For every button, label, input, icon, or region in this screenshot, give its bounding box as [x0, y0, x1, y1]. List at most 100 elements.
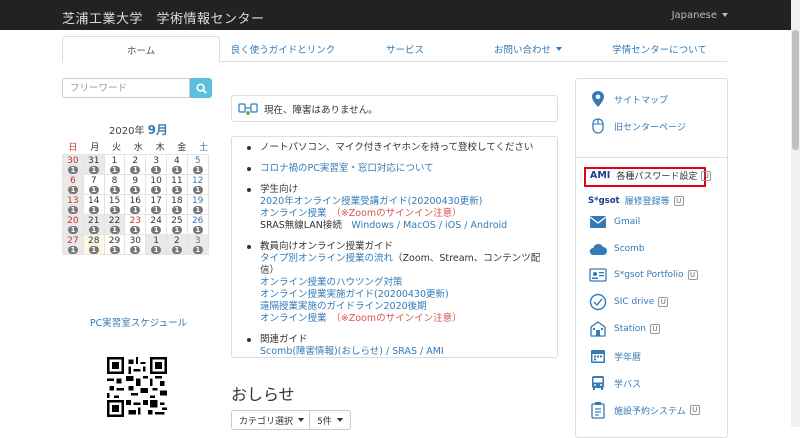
- weekday-label: 月: [90, 143, 100, 153]
- calendar-day[interactable]: 71: [82, 174, 105, 195]
- sic-drive-link[interactable]: SIC drive U: [588, 292, 669, 312]
- sgot-logo: S*gsot: [588, 195, 620, 206]
- count-select[interactable]: 5件: [309, 410, 351, 430]
- main-nav-tabs: ホーム 良く使うガイドとリンク サービス お問い合わせ 学情センターについて: [62, 36, 727, 63]
- calendar-day[interactable]: 15 1: [103, 194, 126, 215]
- station-link[interactable]: Station U: [588, 319, 660, 339]
- related-guides-heading: 関連ガイド: [260, 334, 308, 345]
- calendar-day[interactable]: 30 1: [124, 234, 147, 255]
- zoom-signin-note-2[interactable]: （※Zoomのサインイン注意）: [336, 313, 462, 324]
- calendar-day[interactable]: 11: [103, 154, 126, 175]
- ami-password-label: 各種パスワード設定: [616, 172, 698, 182]
- sitemap-link[interactable]: サイトマップ: [588, 89, 668, 109]
- calendar-day-badge: 1: [171, 186, 182, 194]
- calendar-day[interactable]: 21 1: [82, 214, 105, 235]
- zoom-signin-note[interactable]: （※Zoomのサインイン注意）: [336, 208, 462, 219]
- sras-os-links[interactable]: Windows / MacOS / iOS / Android: [351, 220, 507, 231]
- calendar-day[interactable]: 22 1: [103, 214, 126, 235]
- status-text: 現在、障害はありません。: [264, 104, 378, 116]
- tab-contact[interactable]: お問い合わせ: [464, 36, 592, 62]
- calendar-day[interactable]: 18 1: [165, 194, 188, 215]
- calendar-day[interactable]: 11 1: [165, 174, 188, 195]
- calendar-day-badge: 1: [192, 226, 203, 234]
- calendar-day[interactable]: 28 1: [82, 234, 105, 255]
- students-heading: 学生向け: [260, 184, 299, 195]
- calendar-day[interactable]: 31 1: [82, 154, 105, 175]
- academic-calendar-link[interactable]: 学年暦: [588, 346, 641, 366]
- ami-password-link[interactable]: AMI 各種パスワード設定 U: [590, 169, 712, 182]
- facility-reservation-link[interactable]: 施設予約システム U: [588, 400, 700, 420]
- remote-class-guideline-link[interactable]: 遠隔授業実施のガイドライン2020後期: [260, 301, 547, 313]
- online-class-guide-link[interactable]: 2020年オンライン授業受講ガイド(20200430更新): [260, 196, 547, 208]
- calendar-day[interactable]: 41: [165, 154, 188, 175]
- tab-about[interactable]: 学情センターについて: [592, 36, 727, 62]
- online-class-link[interactable]: オンライン授業: [260, 208, 327, 219]
- calendar-day[interactable]: 25 1: [165, 214, 188, 235]
- calendar-day[interactable]: 17 1: [145, 194, 167, 215]
- calendar-day[interactable]: 10 1: [145, 174, 167, 195]
- calendar-day[interactable]: 91: [124, 174, 147, 195]
- calendar-day-badge: 1: [68, 186, 78, 194]
- old-center-page-link[interactable]: 旧センターページ: [588, 116, 686, 136]
- tab-services[interactable]: サービス: [346, 36, 464, 62]
- online-class-implementation-link[interactable]: オンライン授業実施ガイド(20200430更新): [260, 289, 547, 301]
- calendar-week-row: 6 1 7 1 8 1 9 1 10 1 11 1 12 1: [62, 174, 215, 195]
- portfolio-link[interactable]: S*gsot Portfolio U: [588, 265, 698, 285]
- scomb-link[interactable]: Scomb: [588, 239, 645, 259]
- howling-countermeasure-link[interactable]: オンライン授業のハウツング対策: [260, 277, 547, 289]
- language-selector[interactable]: Japanese: [672, 10, 728, 21]
- calendar-day[interactable]: 26 1: [186, 214, 209, 235]
- related-guides-links[interactable]: Scomb(障害情報)(おしらせ) / SRAS / AMI: [260, 346, 547, 358]
- online-class-link-2[interactable]: オンライン授業: [260, 313, 327, 324]
- pc-room-schedule-link[interactable]: PC実習室スケジュール: [62, 315, 215, 329]
- calendar-day-badge: 1: [68, 226, 78, 234]
- u-badge: U: [701, 170, 712, 181]
- school-bus-link[interactable]: 学バス: [588, 373, 641, 393]
- tab-guides-links[interactable]: 良く使うガイドとリンク: [220, 36, 346, 62]
- class-flow-link[interactable]: タイプ別オンライン授業の流れ: [260, 253, 393, 264]
- search-input[interactable]: [62, 78, 190, 98]
- calendar-day-badge: 1: [130, 166, 141, 174]
- calendar-day[interactable]: 16 1: [124, 194, 147, 215]
- calendar-day-badge: 1: [192, 206, 203, 214]
- calendar-day[interactable]: 31: [186, 234, 209, 255]
- site-title[interactable]: 芝浦工業大学 学術情報センター: [62, 8, 265, 27]
- gmail-link[interactable]: Gmail: [588, 212, 640, 232]
- corona-response-link[interactable]: コロナ禍のPC実習室・窓口対応について: [260, 163, 434, 174]
- calendar-day[interactable]: 23 1: [124, 214, 147, 235]
- calendar-day[interactable]: 24 1: [145, 214, 167, 235]
- calendar-day[interactable]: 21: [165, 234, 188, 255]
- calendar-day[interactable]: 30 1: [62, 154, 84, 175]
- calendar-day-badge: 1: [171, 226, 182, 234]
- calendar-day[interactable]: 14 1: [82, 194, 105, 215]
- calendar-day[interactable]: 13 1: [62, 194, 84, 215]
- weekday-label: 火: [111, 143, 121, 153]
- scrollbar[interactable]: [791, 0, 800, 427]
- calendar-day[interactable]: 19 1: [186, 194, 209, 215]
- sgot-registration-link[interactable]: S*gsot 履修登録等 U: [588, 194, 684, 207]
- calendar-day[interactable]: 11: [145, 234, 167, 255]
- search-button[interactable]: [190, 78, 212, 98]
- calendar-day[interactable]: 20 1: [62, 214, 84, 235]
- station-label: Station: [614, 324, 646, 334]
- calendar-day[interactable]: 51: [186, 154, 209, 175]
- calendar-day[interactable]: 29 1: [103, 234, 126, 255]
- sidebar-divider: [576, 157, 727, 158]
- ami-logo: AMI: [590, 170, 611, 181]
- category-select[interactable]: カテゴリ選択: [231, 410, 313, 430]
- tab-home[interactable]: ホーム: [62, 36, 220, 63]
- calendar-day[interactable]: 61: [62, 174, 84, 195]
- scroll-thumb[interactable]: [792, 30, 799, 150]
- calendar-day[interactable]: 27 1: [62, 234, 84, 255]
- calendar-day-badge: 1: [109, 246, 120, 254]
- calendar-day[interactable]: 21: [124, 154, 147, 175]
- list-item: コロナ禍のPC実習室・窓口対応について: [244, 163, 547, 175]
- calendar-month: 9月: [147, 123, 168, 137]
- calendar-day-badge: 1: [68, 246, 78, 254]
- id-card-icon: [588, 265, 608, 285]
- calendar-day-badge: 1: [88, 186, 99, 194]
- status-icon: [238, 102, 258, 115]
- calendar-day[interactable]: 31: [145, 154, 167, 175]
- calendar-day[interactable]: 12 1: [186, 174, 209, 195]
- calendar-day[interactable]: 81: [103, 174, 126, 195]
